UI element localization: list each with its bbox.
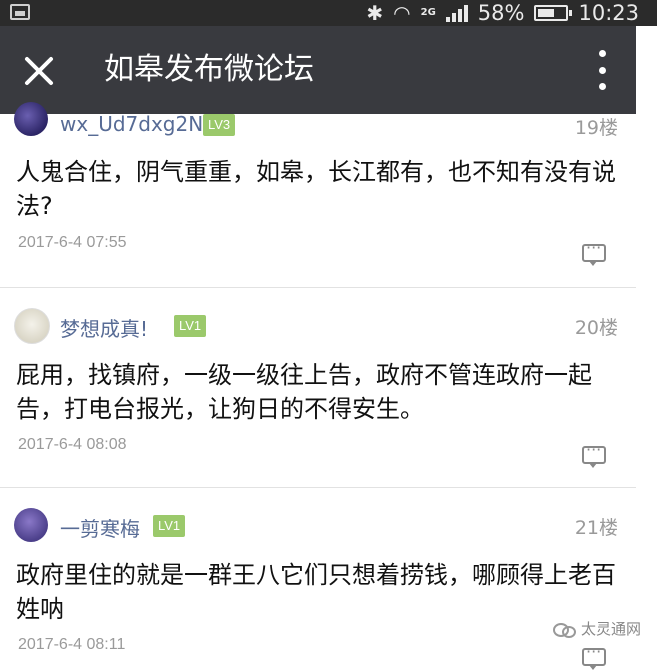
floor-number: 19楼 xyxy=(574,117,618,139)
level-badge: LV1 xyxy=(153,515,186,537)
wifi-icon: ◠ xyxy=(393,1,411,25)
avatar[interactable] xyxy=(14,508,48,542)
gallery-notification-icon xyxy=(10,4,30,20)
battery-icon xyxy=(534,5,573,21)
reply-icon[interactable] xyxy=(582,642,606,670)
network-type: 2G xyxy=(420,7,436,18)
watermark-text: 太灵通网 xyxy=(580,620,641,638)
username[interactable]: 一剪寒梅 xyxy=(60,513,140,542)
page-title: 如皋发布微论坛 xyxy=(104,52,314,87)
level-badge: LV3 xyxy=(203,114,236,136)
app-bar: 如皋发布微论坛 xyxy=(0,26,636,114)
username[interactable]: 梦想成真! xyxy=(60,313,148,342)
comment-time: 2017-6-4 08:08 xyxy=(18,436,127,453)
floor-number: 20楼 xyxy=(574,317,618,339)
reply-icon[interactable] xyxy=(582,440,606,468)
battery-percent: 58% xyxy=(477,1,525,25)
floor-number: 21楼 xyxy=(574,517,618,539)
wechat-icon xyxy=(552,621,576,638)
avatar[interactable] xyxy=(14,308,50,344)
screen-edge xyxy=(636,26,657,661)
signal-icon xyxy=(445,4,468,22)
comment-item: wx_Ud7dxg2N LV3 19楼 人鬼合住，阴气重重，如皋，长江都有，也不… xyxy=(0,102,636,288)
battery-level xyxy=(538,9,554,17)
comment-time: 2017-6-4 08:11 xyxy=(18,636,126,653)
watermark: 太灵通网 xyxy=(552,618,641,639)
status-icons: ✱ ◠ 2G 58% 10:23 xyxy=(366,0,639,26)
comment-item: 梦想成真! LV1 20楼 屁用，找镇府，一级一级往上告，政府不管连政府一起告，… xyxy=(0,288,636,488)
clock: 10:23 xyxy=(578,1,639,25)
comment-text: 屁用，找镇府，一级一级往上告，政府不管连政府一起告，打电台报光，让狗日的不得安生… xyxy=(16,361,592,423)
comment-item: 一剪寒梅 LV1 21楼 政府里住的就是一群王八它们只想着捞钱，哪顾得上老百姓呐… xyxy=(0,488,636,670)
comment-text: 人鬼合住，阴气重重，如皋，长江都有，也不知有没有说法? xyxy=(16,158,616,220)
avatar[interactable] xyxy=(14,102,48,136)
close-icon[interactable] xyxy=(22,54,56,88)
bluetooth-icon: ✱ xyxy=(366,1,384,25)
comment-list: wx_Ud7dxg2N LV3 19楼 人鬼合住，阴气重重，如皋，长江都有，也不… xyxy=(0,102,636,670)
username[interactable]: wx_Ud7dxg2N xyxy=(60,112,203,136)
status-bar: ✱ ◠ 2G 58% 10:23 xyxy=(0,0,657,26)
comment-text: 政府里住的就是一群王八它们只想着捞钱，哪顾得上老百姓呐 xyxy=(16,561,616,623)
reply-icon[interactable] xyxy=(582,238,606,266)
level-badge: LV1 xyxy=(174,315,207,337)
more-options-icon[interactable] xyxy=(596,50,608,90)
comment-time: 2017-6-4 07:55 xyxy=(18,234,127,251)
